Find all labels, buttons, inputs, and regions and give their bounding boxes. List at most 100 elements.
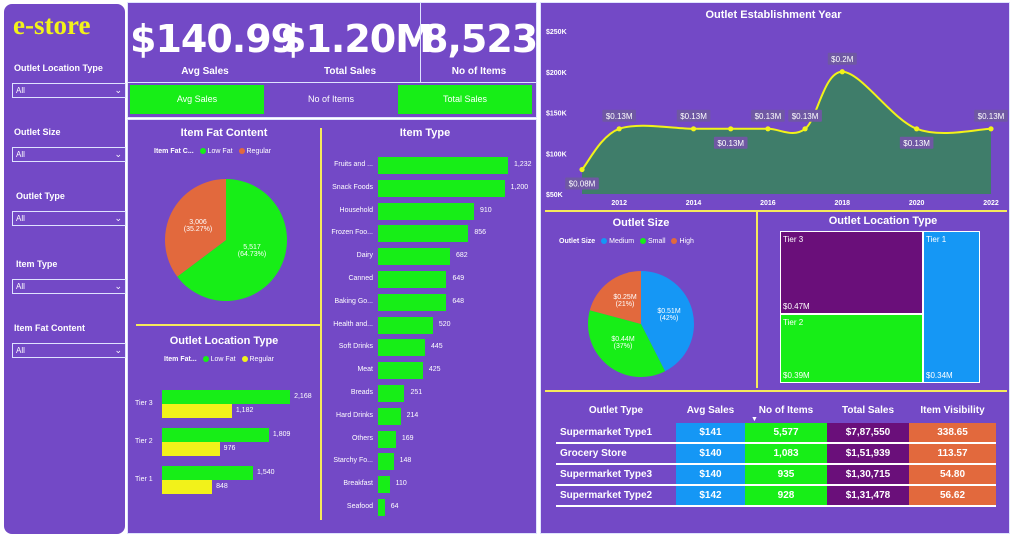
bar-regular[interactable] <box>162 442 220 456</box>
category-label: Household <box>339 206 373 214</box>
cell-total-sales: $1,31,478 <box>827 485 909 507</box>
legend-dot-high <box>671 238 678 245</box>
outlet-loc-bar-chart: Tier 3 2,168 1,182 Tier 2 1,809 976 Tier 1 1,54… <box>128 120 320 535</box>
kpi-divider <box>420 3 421 82</box>
bar-value-label: 682 <box>455 252 468 260</box>
cell-avg-sales: $140 <box>676 443 745 465</box>
dropdown-value: All <box>16 282 25 291</box>
horizontal-divider-bottom <box>545 390 1007 392</box>
bar[interactable] <box>378 339 425 357</box>
data-point <box>690 126 697 132</box>
pie-label-small-value: $0.44M <box>611 336 635 343</box>
col-header-outlet-type[interactable]: Outlet Type <box>556 397 676 423</box>
category-label: Tier 1 <box>135 476 153 483</box>
bar[interactable] <box>378 179 505 197</box>
y-tick-label: $50K <box>546 192 563 199</box>
bar[interactable] <box>378 316 433 334</box>
dropdown-value: All <box>16 150 25 159</box>
tile-value: $0.39M <box>783 371 810 380</box>
data-label: $0.13M <box>717 139 744 148</box>
bar-low-fat[interactable] <box>162 428 269 442</box>
slicer-label-item-type: Item Type <box>16 259 58 269</box>
cell-outlet-type: Supermarket Type2 <box>556 485 676 507</box>
category-label: Canned <box>348 275 373 282</box>
bar[interactable] <box>378 202 475 220</box>
bar[interactable] <box>378 157 508 174</box>
table-row[interactable]: Supermarket Type3 $140 935 $1,30,715 54.80 <box>556 464 996 486</box>
category-label: Soft Drinks <box>338 343 373 351</box>
total-sales-button[interactable]: Total Sales <box>398 85 532 114</box>
bar-value-label: 1,809 <box>272 431 291 438</box>
x-tick-label: 2016 <box>760 200 776 207</box>
dropdown-item-type[interactable]: All ⌄ <box>12 279 126 294</box>
right-panel: Outlet Establishment Year $50K $100K $150K… <box>540 2 1010 534</box>
bar-low-fat[interactable] <box>162 466 253 480</box>
table-header-row: Outlet Type Avg Sales No of Items ▼ Total… <box>556 397 996 424</box>
bar-value-label: 1,232 <box>514 161 532 168</box>
category-label: Baking Go... <box>334 297 373 305</box>
pie-label-medium-pct: (42%) <box>659 315 679 322</box>
outlet-loc-tree-title: Outlet Location Type <box>828 215 938 227</box>
logo: e-store <box>13 10 91 40</box>
bar-regular[interactable] <box>162 480 213 494</box>
bar-value-label: 856 <box>474 229 486 237</box>
chevron-down-icon: ⌄ <box>114 85 122 95</box>
bar-value-label: 1,200 <box>510 183 529 191</box>
table-row[interactable]: Supermarket Type2 $142 928 $1,31,478 56.62 <box>556 485 996 507</box>
tile-name: Tier 1 <box>926 235 947 244</box>
dropdown-item-fat-content[interactable]: All ⌄ <box>12 343 126 358</box>
bar-value-label: 1,182 <box>235 407 254 414</box>
category-label: Others <box>351 434 373 442</box>
treemap-tile-tier-1[interactable]: Tier 1 $0.34M <box>923 231 980 383</box>
col-header-avg-sales[interactable]: Avg Sales <box>676 397 745 423</box>
bar[interactable] <box>378 385 405 402</box>
dropdown-outlet-type[interactable]: All ⌄ <box>12 211 126 226</box>
bar-low-fat[interactable] <box>162 390 291 404</box>
outlet-size-legend: Outlet Size Medium Small High <box>559 238 694 245</box>
slicer-label-outlet-size: Outlet Size <box>14 127 61 137</box>
est-year-area-chart: $50K $100K $150K $200K $250K 2012 2014 2016 2018… <box>546 29 1008 207</box>
y-tick-label: $100K <box>546 151 567 158</box>
slicer-label-item-fat-content: Item Fat Content <box>14 323 85 333</box>
category-label: Health and... <box>333 320 373 328</box>
bar-value-label: 2,168 <box>294 393 312 400</box>
treemap-tile-tier-3[interactable]: Tier 3 $0.47M <box>780 231 923 314</box>
bar-regular[interactable] <box>162 404 232 418</box>
bar[interactable] <box>378 407 401 425</box>
x-tick-label: 2014 <box>686 200 702 207</box>
avg-sales-button[interactable]: Avg Sales <box>130 85 264 114</box>
bar[interactable] <box>378 362 423 380</box>
bar-value-label: 649 <box>452 275 465 282</box>
bar[interactable] <box>378 271 447 288</box>
pie-label-high-pct: (21%) <box>615 301 635 308</box>
treemap-tile-tier-2[interactable]: Tier 2 $0.39M <box>780 314 923 383</box>
cell-total-sales: $1,51,939 <box>827 443 909 465</box>
table-row[interactable]: Grocery Store $140 1,083 $1,51,939 113.57 <box>556 443 996 465</box>
bar[interactable] <box>378 248 450 266</box>
col-header-no-of-items[interactable]: No of Items ▼ <box>745 397 827 424</box>
cell-no-of-items: 928 <box>745 485 827 507</box>
cell-avg-sales: $140 <box>676 464 745 486</box>
legend-dot-medium <box>601 238 608 245</box>
pie-label-small-pct: (37%) <box>613 343 633 350</box>
data-label: $0.13M <box>792 112 819 121</box>
dropdown-outlet-location-type[interactable]: All ⌄ <box>12 83 126 98</box>
bar[interactable] <box>378 225 469 243</box>
no-of-items-button[interactable]: No of Items <box>264 85 398 114</box>
bar-value-label: 169 <box>401 434 414 442</box>
bar[interactable] <box>378 293 447 311</box>
bar[interactable] <box>378 430 396 448</box>
col-header-item-visibility[interactable]: Item Visibility <box>909 397 996 423</box>
bar[interactable] <box>378 499 385 516</box>
bar[interactable] <box>378 453 394 471</box>
bar[interactable] <box>378 476 390 494</box>
dropdown-outlet-size[interactable]: All ⌄ <box>12 147 126 162</box>
cell-no-of-items: 5,577 <box>745 423 827 444</box>
table-row[interactable]: Supermarket Type1 $141 5,577 $7,87,550 338.6… <box>556 423 996 444</box>
legend-small: Small <box>648 238 666 245</box>
col-header-total-sales[interactable]: Total Sales <box>827 397 909 423</box>
bar-value-label: 148 <box>399 457 412 465</box>
kpi-panel: $140.99 Avg Sales $1.20M Total Sales 8,5… <box>127 2 538 118</box>
kpi-items-value: 8,523 <box>422 17 538 61</box>
category-label: Seafood <box>346 503 373 510</box>
